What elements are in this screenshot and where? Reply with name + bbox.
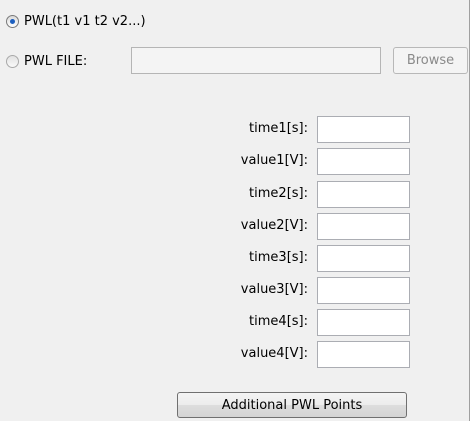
- value1-input[interactable]: [317, 148, 410, 175]
- field-row-time3: time3[s]:: [0, 245, 470, 273]
- pwl-file-path-input[interactable]: [131, 47, 381, 74]
- pwl-values-radio[interactable]: [6, 14, 19, 28]
- pwl-file-radio[interactable]: [6, 54, 19, 68]
- value4-input[interactable]: [317, 341, 410, 368]
- field-row-value4: value4[V]:: [0, 341, 470, 369]
- field-row-time2: time2[s]:: [0, 181, 470, 209]
- time4-label: time4[s]:: [249, 314, 308, 329]
- pwl-file-label: PWL FILE:: [24, 53, 88, 69]
- time2-input[interactable]: [317, 181, 410, 208]
- time4-input[interactable]: [317, 309, 410, 336]
- pwl-file-option[interactable]: PWL FILE:: [6, 51, 87, 71]
- value3-input[interactable]: [317, 277, 410, 304]
- additional-pwl-points-button[interactable]: Additional PWL Points: [177, 392, 407, 418]
- field-row-value2: value2[V]:: [0, 213, 470, 241]
- pwl-values-label: PWL(t1 v1 t2 v2...): [24, 13, 146, 29]
- time3-input[interactable]: [317, 245, 410, 272]
- field-row-time4: time4[s]:: [0, 309, 470, 337]
- value1-label: value1[V]:: [240, 153, 308, 168]
- pwl-values-option[interactable]: PWL(t1 v1 t2 v2...): [6, 11, 146, 31]
- value3-label: value3[V]:: [240, 282, 308, 297]
- time1-label: time1[s]:: [249, 121, 308, 136]
- time1-input[interactable]: [317, 116, 410, 143]
- value2-label: value2[V]:: [240, 218, 308, 233]
- field-row-time1: time1[s]:: [0, 116, 470, 144]
- time2-label: time2[s]:: [249, 186, 308, 201]
- value4-label: value4[V]:: [240, 346, 308, 361]
- browse-button[interactable]: Browse: [393, 47, 468, 74]
- time3-label: time3[s]:: [249, 250, 308, 265]
- field-row-value3: value3[V]:: [0, 277, 470, 305]
- value2-input[interactable]: [317, 213, 410, 240]
- pwl-panel: PWL(t1 v1 t2 v2...) PWL FILE: Browse tim…: [0, 0, 470, 421]
- field-row-value1: value1[V]:: [0, 148, 470, 176]
